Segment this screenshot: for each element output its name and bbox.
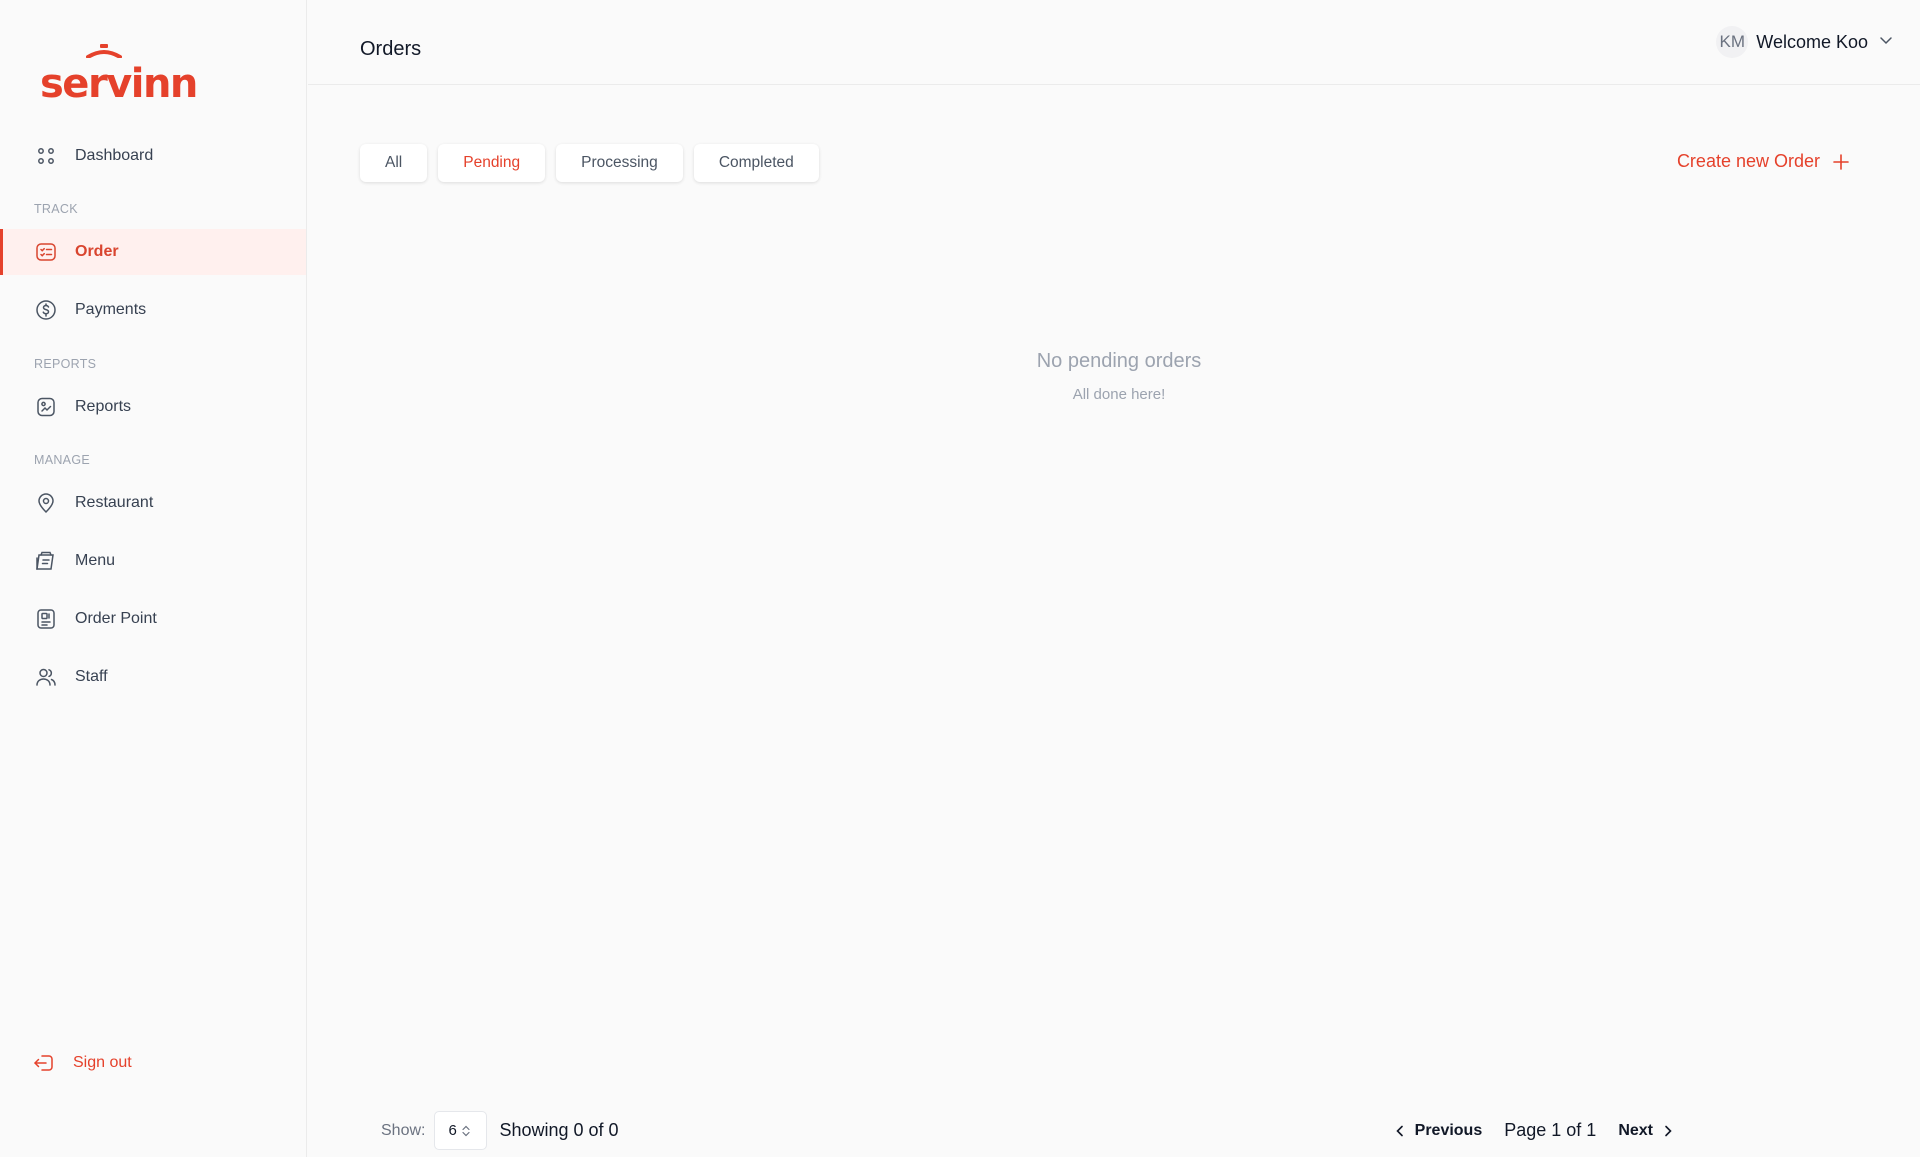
empty-state: No pending orders All done here! xyxy=(308,350,1920,403)
sidebar-item-label: Reports xyxy=(75,398,132,415)
sidebar-item-payments[interactable]: Payments xyxy=(0,287,306,333)
sidebar-item-label: Dashboard xyxy=(75,147,154,164)
sidebar: servinn Dashboard TRACK Order Payments R… xyxy=(0,0,307,1157)
sidebar-item-dashboard[interactable]: Dashboard xyxy=(0,133,306,179)
show-label: Show: xyxy=(381,1121,426,1139)
sidebar-item-restaurant[interactable]: Restaurant xyxy=(0,480,306,526)
sidebar-item-staff[interactable]: Staff xyxy=(0,654,306,700)
sidebar-item-order-point[interactable]: Order Point xyxy=(0,596,306,642)
sidebar-item-label: Payments xyxy=(75,301,147,318)
sign-out-icon xyxy=(34,1055,53,1071)
page-info: Page 1 of 1 xyxy=(1504,1120,1597,1140)
sidebar-item-reports[interactable]: Reports xyxy=(0,384,306,430)
chevron-updown-icon xyxy=(462,1125,470,1136)
tab-pending[interactable]: Pending xyxy=(438,144,546,182)
next-page-button[interactable]: Next xyxy=(1618,1122,1675,1140)
next-label: Next xyxy=(1618,1121,1653,1139)
welcome-text: Welcome Koo xyxy=(1756,31,1868,52)
plus-icon xyxy=(1833,153,1849,170)
order-list-icon xyxy=(35,241,57,263)
grid-icon xyxy=(35,145,57,167)
sign-out-button[interactable]: Sign out xyxy=(33,1052,132,1074)
sidebar-item-order[interactable]: Order xyxy=(0,229,306,275)
chevron-left-icon xyxy=(1396,1125,1403,1136)
sidebar-item-label: Order xyxy=(75,243,119,260)
sidebar-item-menu[interactable]: Menu xyxy=(0,538,306,584)
page-size-select[interactable]: 6 xyxy=(434,1111,488,1150)
sidebar-item-label: Restaurant xyxy=(75,494,154,511)
qr-code-icon xyxy=(35,608,57,630)
order-status-tabs: All Pending Processing Completed xyxy=(360,144,819,182)
tab-completed[interactable]: Completed xyxy=(693,144,819,182)
avatar: KM xyxy=(1716,26,1749,58)
tab-processing[interactable]: Processing xyxy=(556,144,683,182)
location-pin-icon xyxy=(35,492,57,514)
showing-count: Showing 0 of 0 xyxy=(499,1120,619,1140)
previous-page-button[interactable]: Previous xyxy=(1393,1121,1483,1140)
page-title: Orders xyxy=(360,38,422,60)
sidebar-item-label: Menu xyxy=(75,552,116,569)
create-order-button[interactable]: Create new Order xyxy=(1677,151,1850,172)
menu-book-icon xyxy=(35,550,57,572)
previous-label: Previous xyxy=(1414,1121,1483,1139)
page-size-control: Show: 6 Showing 0 of 0 xyxy=(381,1111,619,1150)
logo-mark-icon xyxy=(86,44,122,58)
sign-out-label: Sign out xyxy=(73,1054,132,1071)
section-label-reports: REPORTS xyxy=(34,357,97,371)
page-size-value: 6 xyxy=(448,1122,457,1139)
user-menu[interactable]: KM Welcome Koo xyxy=(1716,26,1894,58)
users-icon xyxy=(35,666,57,688)
chevron-down-icon xyxy=(1878,32,1894,53)
tab-all[interactable]: All xyxy=(360,144,428,182)
chevron-right-icon xyxy=(1665,1125,1672,1136)
logo-text: servinn xyxy=(40,61,198,107)
empty-state-title: No pending orders xyxy=(1036,350,1202,372)
empty-state-subtitle: All done here! xyxy=(1072,386,1166,403)
section-label-track: TRACK xyxy=(34,202,78,216)
section-label-manage: MANAGE xyxy=(34,453,90,467)
create-order-label: Create new Order xyxy=(1676,151,1820,171)
servinn-logo[interactable]: servinn xyxy=(40,44,198,107)
top-header: Orders KM Welcome Koo xyxy=(308,0,1920,85)
dollar-circle-icon xyxy=(35,299,57,321)
sidebar-item-label: Staff xyxy=(75,668,108,685)
pagination: Previous Page 1 of 1 Next xyxy=(1393,1120,1675,1141)
report-icon xyxy=(35,396,57,418)
sidebar-item-label: Order Point xyxy=(75,610,157,627)
